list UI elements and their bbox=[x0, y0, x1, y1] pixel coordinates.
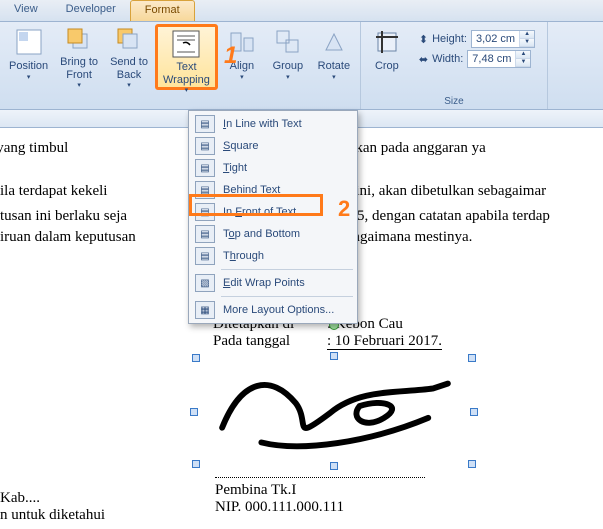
tab-view[interactable]: View bbox=[0, 0, 52, 21]
menu-separator bbox=[221, 269, 353, 270]
tab-format[interactable]: Format bbox=[130, 0, 195, 21]
tight-icon: ▤ bbox=[195, 159, 215, 177]
more-icon: ▦ bbox=[195, 301, 215, 319]
sel-handle-r[interactable] bbox=[470, 408, 478, 416]
kab-text: Kab.... bbox=[0, 490, 105, 507]
wrap-edit-points[interactable]: ▧Edit Wrap Points bbox=[191, 272, 355, 294]
ribbon: Position▾ Bring to Front▾ Send to Back▾ … bbox=[0, 22, 603, 110]
through-icon: ▤ bbox=[195, 247, 215, 265]
width-input[interactable]: 7,48 cm▲▼ bbox=[467, 50, 531, 68]
wrap-tight[interactable]: ▤Tight bbox=[191, 157, 355, 179]
signature-image[interactable] bbox=[200, 358, 470, 466]
height-down[interactable]: ▼ bbox=[520, 39, 534, 47]
width-down[interactable]: ▼ bbox=[516, 59, 530, 67]
nip-text: NIP. 000.111.000.111 bbox=[215, 499, 344, 516]
infront-icon: ▤ bbox=[195, 203, 215, 221]
wrap-more-options[interactable]: ▦More Layout Options... bbox=[191, 299, 355, 321]
text-wrap-menu: ▤IIn Line with Textn Line with Text ▤Squ… bbox=[188, 110, 358, 324]
wrap-topbottom[interactable]: ▤Top and Bottom bbox=[191, 223, 355, 245]
width-up[interactable]: ▲ bbox=[516, 51, 530, 59]
menu-separator bbox=[221, 296, 353, 297]
size-controls: ⬍ Height: 3,02 cm▲▼ ⬌ Width: 7,48 cm▲▼ bbox=[411, 24, 543, 90]
wrap-through[interactable]: ▤Through bbox=[191, 245, 355, 267]
group-icon bbox=[272, 26, 304, 58]
inline-icon: ▤ bbox=[195, 115, 215, 133]
wrap-inline[interactable]: ▤IIn Line with Textn Line with Text bbox=[191, 113, 355, 135]
editpts-icon: ▧ bbox=[195, 274, 215, 292]
topbot-icon: ▤ bbox=[195, 225, 215, 243]
crop-icon bbox=[371, 26, 403, 58]
height-up[interactable]: ▲ bbox=[520, 31, 534, 39]
position-button[interactable]: Position▾ bbox=[4, 24, 53, 90]
text-wrap-icon bbox=[170, 29, 202, 59]
wrap-infront[interactable]: ▤In Front of Text bbox=[191, 201, 355, 223]
group-button[interactable]: Group▾ bbox=[266, 24, 310, 90]
ribbon-tabs: View Developer Format bbox=[0, 0, 603, 22]
send-to-back-button[interactable]: Send to Back▾ bbox=[105, 24, 153, 90]
bring-front-icon bbox=[63, 26, 95, 54]
position-icon bbox=[13, 26, 45, 58]
tab-developer[interactable]: Developer bbox=[52, 0, 130, 21]
sel-handle-tl[interactable] bbox=[192, 354, 200, 362]
sel-handle-bl[interactable] bbox=[192, 460, 200, 468]
dotted-line bbox=[215, 464, 425, 478]
width-label: Width: bbox=[432, 53, 463, 65]
text-wrapping-button[interactable]: Text Wrapping▾ bbox=[155, 24, 218, 90]
untuk-text: n untuk diketahui bbox=[0, 507, 105, 524]
height-input[interactable]: 3,02 cm▲▼ bbox=[471, 30, 535, 48]
rotate-button[interactable]: Rotate▾ bbox=[312, 24, 356, 90]
behind-icon: ▤ bbox=[195, 181, 215, 199]
bring-to-front-button[interactable]: Bring to Front▾ bbox=[55, 24, 103, 90]
size-group-label: Size bbox=[365, 94, 543, 109]
height-label: Height: bbox=[432, 33, 467, 45]
rank-text: Pembina Tk.I bbox=[215, 482, 344, 499]
square-icon: ▤ bbox=[195, 137, 215, 155]
width-icon: ⬌ bbox=[419, 53, 428, 66]
wrap-behind[interactable]: ▤Behind Text bbox=[191, 179, 355, 201]
send-back-icon bbox=[113, 26, 145, 54]
height-icon: ⬍ bbox=[419, 33, 428, 46]
callout-1: 1 bbox=[224, 42, 237, 70]
date-label: Pada tanggal bbox=[213, 333, 323, 350]
crop-button[interactable]: Crop bbox=[365, 24, 409, 90]
rotate-icon bbox=[318, 26, 350, 58]
date-value: : 10 Februari 2017. bbox=[327, 333, 442, 350]
sel-handle-l[interactable] bbox=[190, 408, 198, 416]
wrap-square[interactable]: ▤Square bbox=[191, 135, 355, 157]
callout-2: 2 bbox=[338, 196, 350, 222]
